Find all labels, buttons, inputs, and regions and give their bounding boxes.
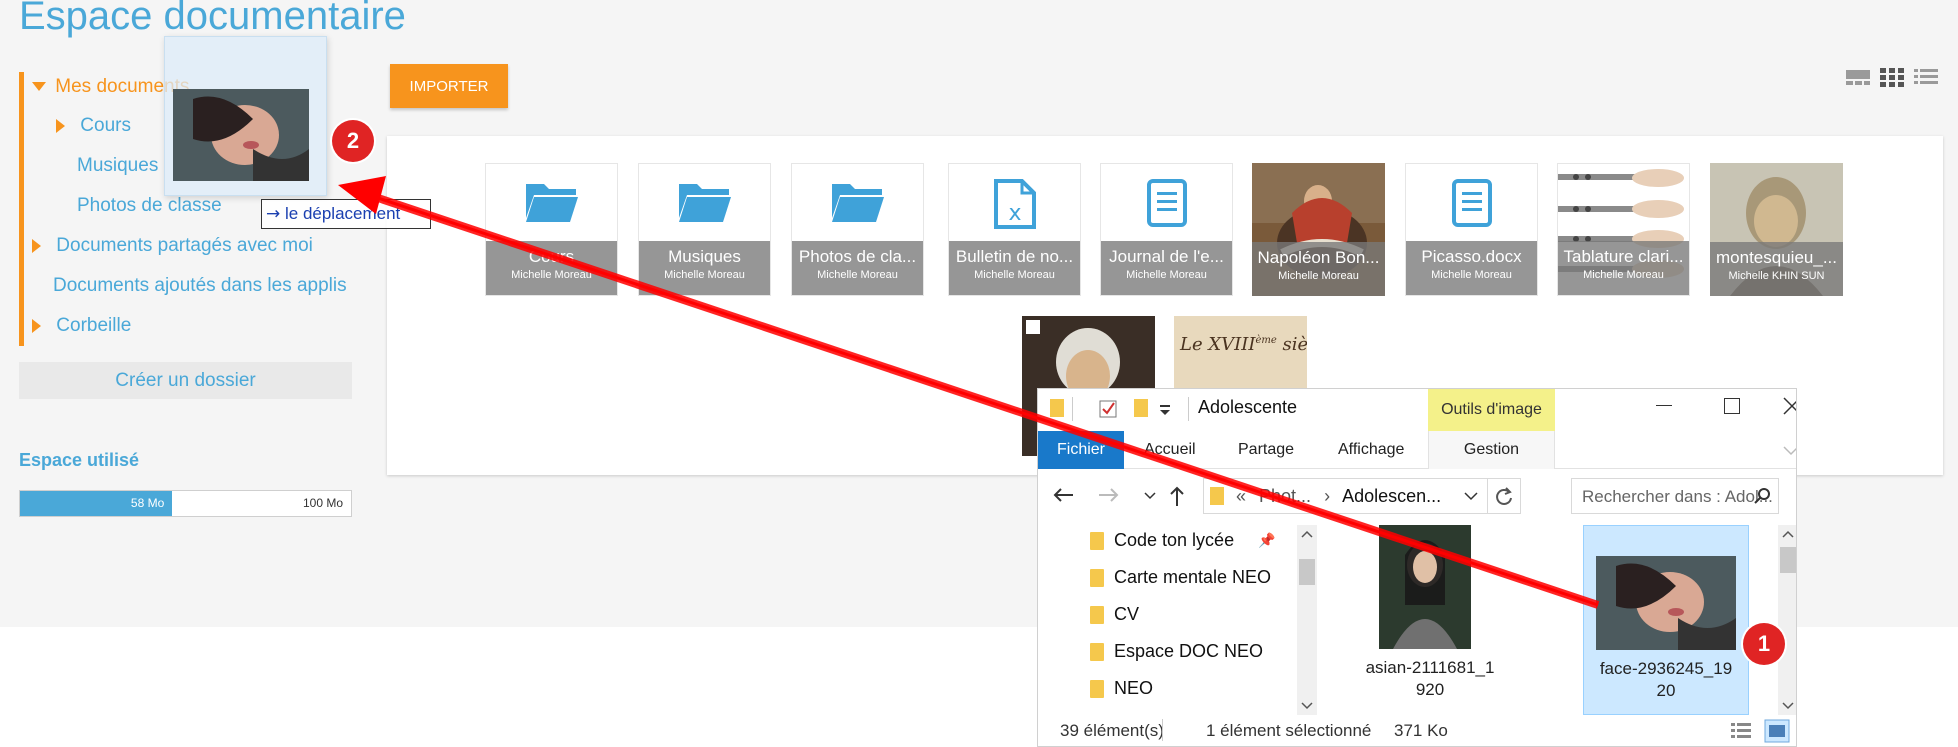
drag-arrow-overlay	[338, 176, 1600, 609]
step-badge-2: 2	[332, 120, 374, 162]
step-badge-1: 1	[1743, 623, 1785, 665]
drag-arrow-thick	[370, 192, 1600, 609]
